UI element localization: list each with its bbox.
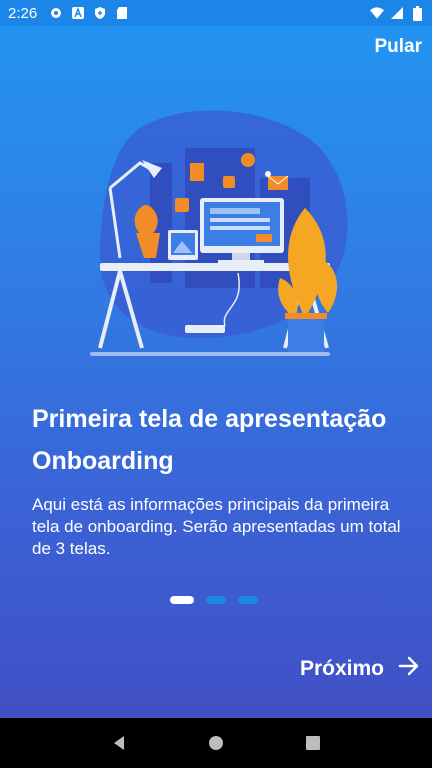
onboarding-illustration: [80, 108, 350, 358]
page-dot-3[interactable]: [238, 596, 258, 604]
onboarding-description: Aqui está as informações principais da p…: [32, 495, 401, 558]
status-time: 2:26: [8, 4, 38, 22]
status-bar: 2:26: [0, 0, 432, 26]
status-icons-left: [49, 6, 129, 20]
battery-icon: [410, 5, 424, 21]
sd-card-icon: [115, 6, 129, 20]
next-label: Próximo: [299, 657, 384, 680]
translate-icon: [71, 6, 85, 20]
arrow-right-icon: [398, 656, 420, 682]
page-indicator: [170, 596, 258, 604]
system-nav-bar: [0, 718, 432, 768]
page-dot-1[interactable]: [170, 596, 194, 604]
back-icon[interactable]: [107, 731, 131, 755]
page-dot-2[interactable]: [206, 596, 226, 604]
next-button[interactable]: Próximo: [300, 656, 420, 682]
onboarding-title: Primeira tela de apresentação Onboarding: [32, 405, 387, 475]
recents-icon[interactable]: [301, 731, 325, 755]
status-icons-right: [370, 5, 424, 21]
wifi-icon: [370, 6, 384, 20]
home-icon[interactable]: [204, 731, 228, 755]
gear-icon: [49, 6, 63, 20]
onboarding-screen: 2:26 Pular Primeira tela de apresentação…: [0, 0, 432, 718]
skip-button[interactable]: Pular: [374, 36, 422, 58]
signal-icon: [390, 6, 404, 20]
shield-icon: [93, 6, 107, 20]
